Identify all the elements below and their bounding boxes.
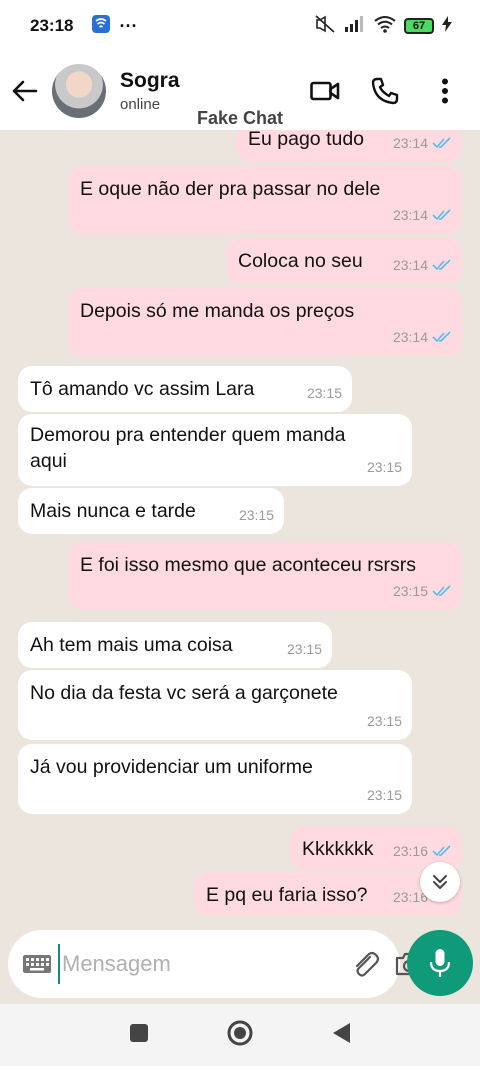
message-meta: 23:15 bbox=[239, 502, 274, 528]
contact-info[interactable]: Sogra online bbox=[120, 69, 180, 113]
message-meta: 23:15 bbox=[393, 578, 452, 604]
back-arrow-icon[interactable] bbox=[8, 74, 42, 108]
double-check-icon bbox=[432, 331, 451, 343]
square-icon bbox=[130, 1023, 148, 1042]
message-bubble[interactable]: Ah tem mais uma coisa 23:15 bbox=[18, 622, 332, 668]
battery-icon: 67 bbox=[404, 18, 434, 34]
double-check-icon bbox=[432, 209, 451, 221]
message-bubble[interactable]: E foi isso mesmo que aconteceu rsrsrs 23… bbox=[68, 542, 462, 610]
home-button[interactable] bbox=[226, 1019, 254, 1052]
message-list[interactable]: Eu pago tudo 23:14 E oque não der pra pa… bbox=[0, 130, 480, 930]
message-text: E foi isso mesmo que aconteceu rsrsrs bbox=[80, 554, 416, 576]
message-meta: 23:15 bbox=[367, 782, 402, 808]
double-check-icon bbox=[432, 845, 451, 857]
wifi-icon bbox=[374, 15, 396, 38]
message-composer bbox=[8, 930, 423, 998]
message-meta: 23:14 bbox=[393, 130, 452, 156]
message-bubble[interactable]: Depois só me manda os preços 23:14 bbox=[68, 288, 462, 356]
video-call-icon[interactable] bbox=[308, 74, 342, 108]
message-text: Tô amando vc assim Lara bbox=[30, 378, 255, 400]
message-time: 23:15 bbox=[286, 641, 322, 657]
message-text: Demorou pra entender quem manda aqui bbox=[30, 424, 346, 472]
double-chevron-down-icon bbox=[433, 875, 447, 889]
message-meta: 23:15 bbox=[367, 454, 402, 480]
message-bubble[interactable]: Mais nunca e tarde 23:15 bbox=[18, 488, 284, 534]
voice-message-button[interactable] bbox=[407, 930, 473, 996]
message-time: 23:15 bbox=[238, 507, 274, 523]
charging-icon bbox=[442, 15, 452, 37]
status-bar: 23:18 ··· 67 bbox=[0, 0, 480, 52]
double-check-icon bbox=[432, 585, 451, 597]
mute-icon bbox=[314, 14, 336, 39]
message-time: 23:16 bbox=[392, 843, 428, 859]
message-time: 23:14 bbox=[392, 135, 428, 151]
avatar[interactable] bbox=[52, 64, 106, 118]
message-meta: 23:15 bbox=[307, 380, 342, 406]
message-bubble[interactable]: No dia da festa vc será a garçonete 23:1… bbox=[18, 670, 412, 740]
message-bubble[interactable]: Demorou pra entender quem manda aqui 23:… bbox=[18, 414, 412, 486]
message-meta: 23:14 bbox=[393, 202, 452, 228]
chat-header: Sogra online bbox=[0, 52, 480, 130]
system-nav-bar bbox=[0, 1004, 480, 1066]
message-time: 23:15 bbox=[366, 713, 402, 729]
scroll-to-bottom-button[interactable] bbox=[420, 862, 460, 902]
message-meta: 23:15 bbox=[367, 708, 402, 734]
message-time: 23:15 bbox=[366, 459, 402, 475]
message-time: 23:14 bbox=[392, 329, 428, 345]
message-bubble[interactable]: Eu pago tudo 23:14 bbox=[236, 130, 462, 162]
message-time: 23:15 bbox=[306, 385, 342, 401]
circle-icon bbox=[227, 1020, 253, 1045]
status-time: 23:18 bbox=[30, 16, 74, 35]
message-time: 23:15 bbox=[366, 787, 402, 803]
message-meta: 23:14 bbox=[393, 252, 452, 278]
more-options-icon[interactable] bbox=[428, 74, 462, 108]
message-time: 23:14 bbox=[392, 207, 428, 223]
message-text: Ah tem mais uma coisa bbox=[30, 634, 233, 656]
contact-name: Sogra bbox=[120, 69, 180, 92]
recents-button[interactable] bbox=[128, 1022, 150, 1049]
attach-icon[interactable] bbox=[350, 946, 380, 982]
contact-status: online bbox=[120, 96, 161, 113]
message-time: 23:14 bbox=[392, 257, 428, 273]
microphone-icon bbox=[429, 949, 451, 977]
message-time: 23:15 bbox=[392, 583, 428, 599]
message-bubble[interactable]: E oque não der pra passar no dele 23:14 bbox=[68, 166, 462, 234]
message-text: Depois só me manda os preços bbox=[80, 300, 355, 322]
voice-call-icon[interactable] bbox=[368, 74, 402, 108]
message-meta: 23:16 bbox=[393, 838, 452, 864]
triangle-back-icon bbox=[333, 1022, 350, 1043]
back-button[interactable] bbox=[330, 1021, 352, 1050]
message-meta: 23:15 bbox=[287, 636, 322, 662]
more-notifications-indicator: ··· bbox=[119, 15, 138, 36]
message-meta: 23:14 bbox=[393, 324, 452, 350]
message-text: Já vou providenciar um uniforme bbox=[30, 756, 313, 778]
double-check-icon bbox=[432, 137, 451, 149]
message-bubble[interactable]: Já vou providenciar um uniforme 23:15 bbox=[18, 744, 412, 814]
message-input[interactable] bbox=[58, 944, 350, 984]
app-notification-icon bbox=[91, 14, 111, 39]
signal-icon bbox=[344, 15, 366, 37]
message-text: No dia da festa vc será a garçonete bbox=[30, 682, 338, 704]
message-bubble[interactable]: Coloca no seu 23:14 bbox=[226, 238, 462, 284]
double-check-icon bbox=[432, 259, 451, 271]
keyboard-icon[interactable] bbox=[22, 946, 52, 982]
message-bubble[interactable]: Tô amando vc assim Lara 23:15 bbox=[18, 366, 352, 412]
message-text: Mais nunca e tarde bbox=[30, 500, 196, 522]
message-text: E oque não der pra passar no dele bbox=[80, 178, 381, 200]
